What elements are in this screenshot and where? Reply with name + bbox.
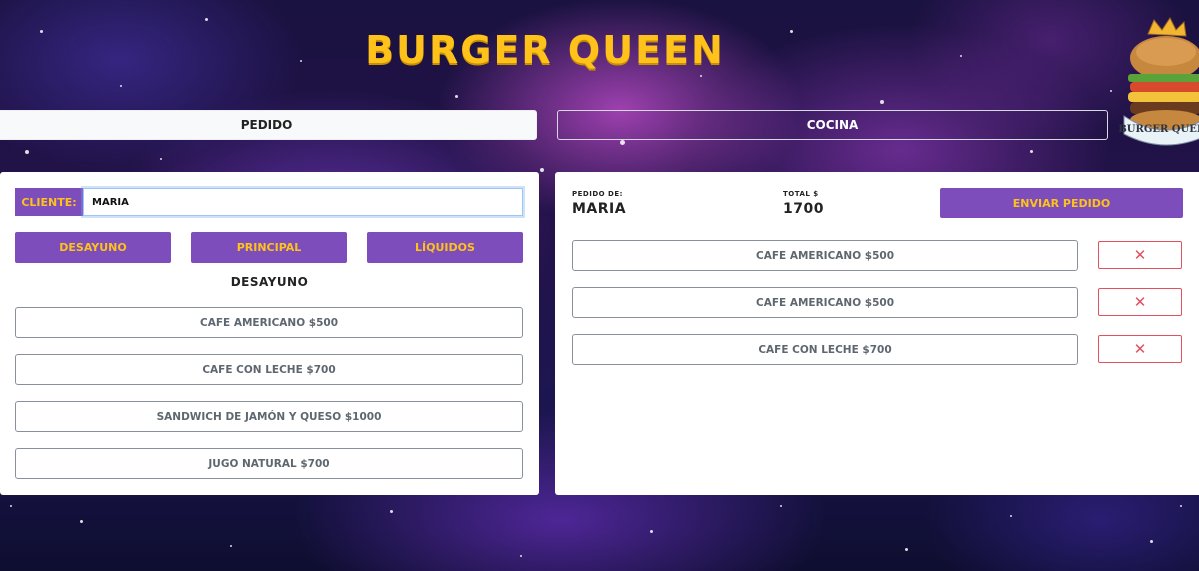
order-summary-panel: PEDIDO DE: MARIA TOTAL $ 1700 ENVIAR PED… (555, 172, 1199, 495)
category-desayuno-button[interactable]: DESAYUNO (15, 232, 171, 263)
logo-text: BURGER QUEEN (1118, 124, 1199, 135)
menu-item-button[interactable]: SANDWICH DE JAMÓN Y QUESO $1000 (15, 401, 523, 432)
delete-item-button[interactable]: ✕ (1098, 241, 1182, 269)
close-icon: ✕ (1133, 293, 1147, 311)
order-item: CAFE AMERICANO $500 (572, 287, 1078, 318)
order-form-panel: CLIENTE: DESAYUNO PRINCIPAL LÍQUIDOS DES… (0, 172, 539, 495)
order-item: CAFE CON LECHE $700 (572, 334, 1078, 365)
pedido-de-value: MARIA (572, 201, 627, 217)
menu-section-title: DESAYUNO (230, 275, 309, 289)
order-item: CAFE AMERICANO $500 (572, 240, 1078, 271)
menu-item-button[interactable]: JUGO NATURAL $700 (15, 448, 523, 479)
category-principal-button[interactable]: PRINCIPAL (191, 232, 347, 263)
tab-pedido[interactable]: PEDIDO (0, 110, 537, 140)
client-label: CLIENTE: (15, 188, 83, 216)
menu-item-button[interactable]: CAFE AMERICANO $500 (15, 307, 523, 338)
close-icon: ✕ (1133, 246, 1147, 264)
menu-item-button[interactable]: CAFE CON LECHE $700 (15, 354, 523, 385)
delete-item-button[interactable]: ✕ (1098, 288, 1182, 316)
delete-item-button[interactable]: ✕ (1098, 335, 1182, 363)
close-icon: ✕ (1133, 340, 1147, 358)
total-value: 1700 (783, 201, 824, 217)
pedido-de-label: PEDIDO DE: (572, 190, 623, 198)
total-label: TOTAL $ (783, 190, 819, 198)
category-liquidos-button[interactable]: LÍQUIDOS (367, 232, 523, 263)
client-row: CLIENTE: (15, 188, 523, 216)
app-title: BURGER QUEEN (365, 28, 725, 72)
client-name-input[interactable] (83, 188, 523, 216)
send-order-button[interactable]: ENVIAR PEDIDO (940, 188, 1183, 218)
tab-cocina[interactable]: COCINA (557, 110, 1108, 140)
burger-queen-logo: BURGER QUEEN (1118, 16, 1199, 156)
